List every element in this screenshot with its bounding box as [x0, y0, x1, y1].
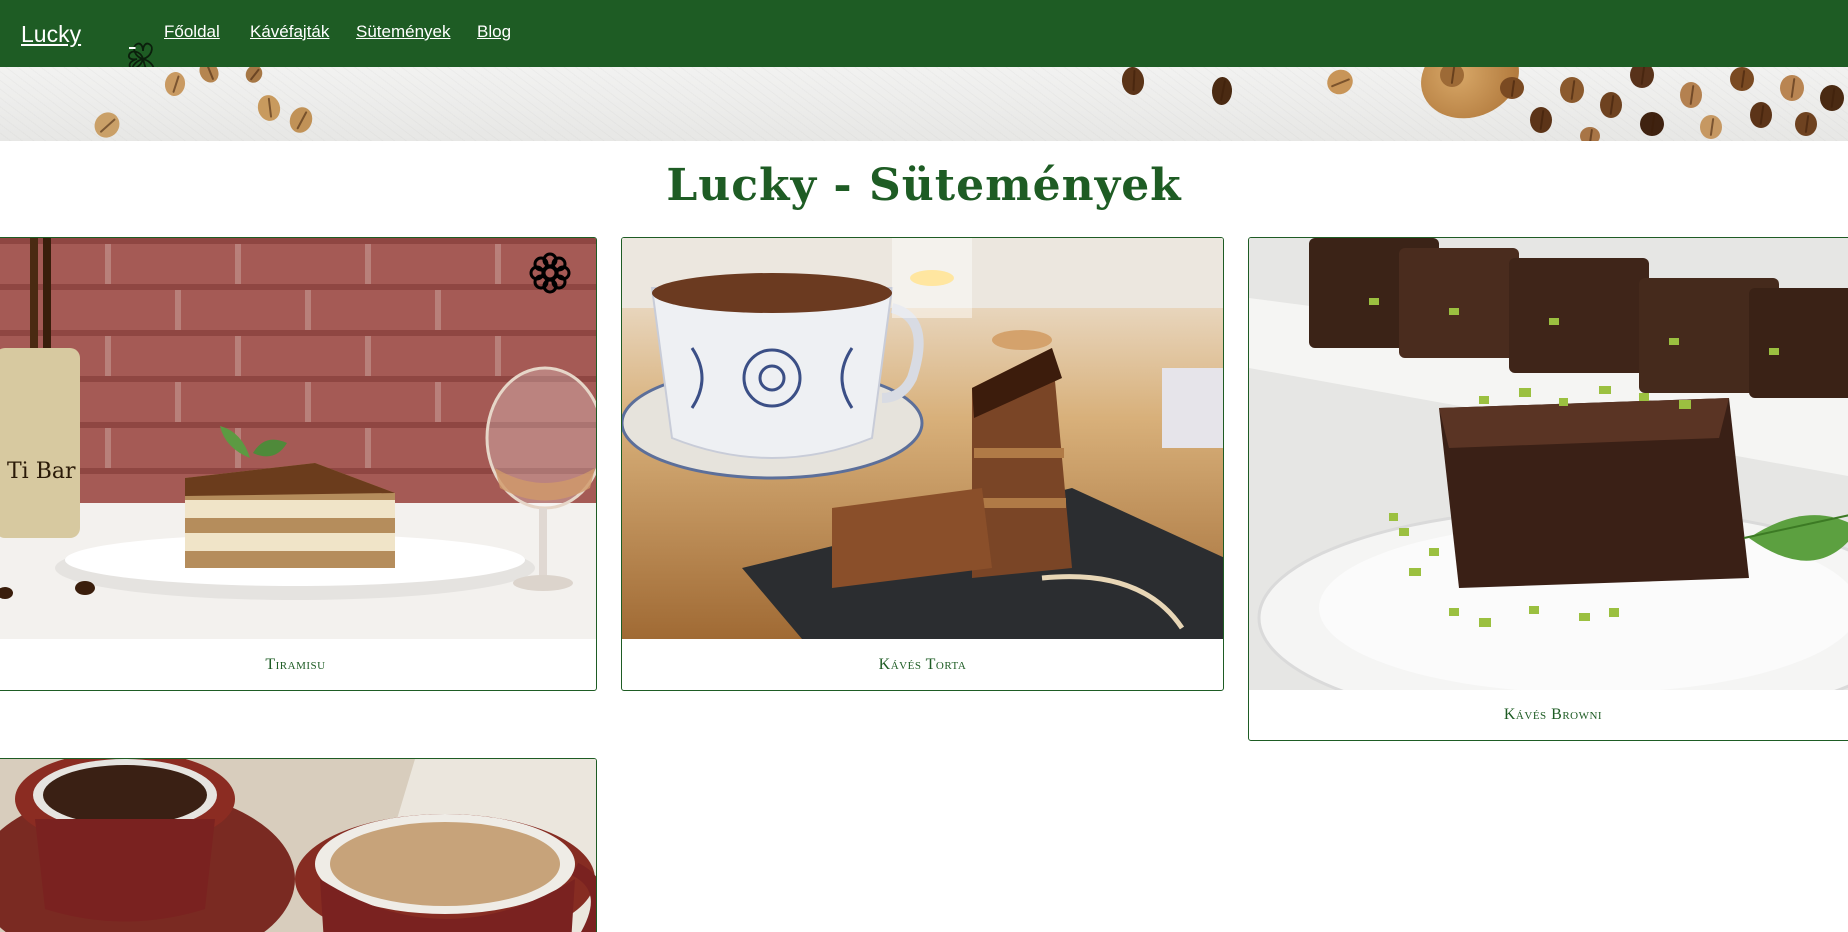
flower-icon	[528, 251, 572, 300]
product-card-coffee-cups[interactable]	[0, 758, 597, 932]
tiramisu-image: Ti Bar	[0, 238, 596, 639]
brand-link[interactable]: Lucky	[21, 12, 156, 82]
product-card-coffee-brownie[interactable]: Kávés Browni	[1248, 237, 1848, 741]
coffee-cake-image	[622, 238, 1223, 639]
product-card-coffee-cake[interactable]: Kávés Torta	[621, 237, 1224, 691]
nav-link-blog[interactable]: Blog	[477, 22, 511, 42]
navbar: Lucky Főoldal Kávéfajták Sütemények Blog	[0, 0, 1848, 82]
svg-text:Ti Bar: Ti Bar	[7, 459, 76, 484]
nav-link-pastries[interactable]: Sütemények	[356, 22, 451, 42]
brand-name: Lucky	[21, 20, 82, 47]
coffee-brownie-image	[1249, 238, 1848, 690]
card-caption: Kávés Torta	[878, 656, 967, 673]
card-caption: Kávés Browni	[1503, 706, 1603, 723]
brand-underline-gap	[129, 24, 135, 51]
card-caption: Tiramisu	[265, 656, 326, 673]
nav-link-coffee-types[interactable]: Kávéfajták	[250, 22, 329, 42]
page-title: Lucky - Sütemények	[666, 160, 1182, 211]
nav-link-home[interactable]: Főoldal	[164, 22, 220, 42]
coffee-cups-image	[0, 759, 596, 932]
hero-banner	[0, 67, 1848, 141]
clover-icon	[85, 12, 156, 82]
product-card-tiramisu[interactable]: Ti Bar Tiramisu	[0, 237, 597, 691]
